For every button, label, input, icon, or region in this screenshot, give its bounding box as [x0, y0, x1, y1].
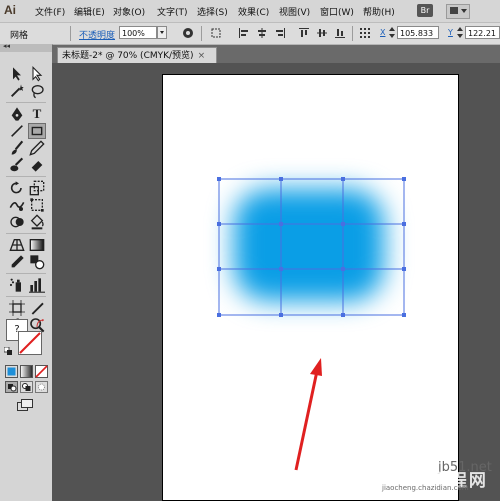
app-logo: Ai [4, 3, 16, 17]
reference-point-icon[interactable] [359, 27, 371, 39]
workspace-switcher-button[interactable] [446, 4, 470, 19]
selection-tool-icon[interactable] [8, 66, 26, 82]
opacity-input[interactable]: 100% [119, 26, 157, 39]
pencil-tool-icon[interactable] [28, 140, 46, 156]
menu-type[interactable]: 文字(T) [157, 5, 188, 18]
menu-view[interactable]: 视图(V) [279, 5, 310, 18]
separator [6, 296, 46, 297]
line-segment-tool-icon[interactable] [8, 123, 26, 139]
transform-icon[interactable] [210, 27, 222, 39]
menu-window[interactable]: 窗口(W) [320, 5, 354, 18]
direct-selection-tool-icon[interactable] [28, 66, 46, 82]
document-tab-bar: 未标题-2* @ 70% (CMYK/预览) × [52, 45, 500, 63]
watermark-url: jiaocheng.chazidian.com [382, 484, 469, 492]
close-icon[interactable]: × [198, 51, 206, 61]
separator [6, 273, 46, 274]
tools-panel: ◂◂ T ? [0, 42, 53, 501]
y-stepper[interactable] [456, 27, 463, 39]
draw-normal-button[interactable] [5, 381, 18, 393]
recolor-artwork-icon[interactable] [182, 27, 194, 39]
align-left-icon[interactable] [238, 27, 250, 39]
blend-tool-icon[interactable] [28, 254, 46, 270]
separator [6, 176, 46, 177]
warp-tool-icon[interactable] [8, 197, 26, 213]
slice-tool-icon[interactable] [28, 300, 46, 316]
perspective-grid-tool-icon[interactable] [8, 237, 26, 253]
fill-stroke-widget: ? [4, 319, 48, 364]
document-tab[interactable]: 未标题-2* @ 70% (CMYK/预览) × [57, 47, 217, 63]
eyedropper-tool-icon[interactable] [8, 254, 26, 270]
color-mode-button[interactable] [5, 365, 18, 378]
gradient-mesh-object[interactable] [234, 189, 384, 301]
y-input[interactable]: 122.21 [465, 26, 500, 39]
separator [352, 26, 353, 41]
artboard-tool-icon[interactable] [8, 300, 26, 316]
swap-fill-stroke-icon[interactable] [36, 319, 45, 328]
menu-bar: Ai 文件(F) 编辑(E) 对象(O) 文字(T) 选择(S) 效果(C) 视… [0, 0, 500, 23]
gradient-mode-button[interactable] [20, 365, 33, 378]
type-tool-icon[interactable]: T [28, 106, 46, 122]
draw-inside-button[interactable] [35, 381, 48, 393]
blob-brush-tool-icon[interactable] [8, 157, 26, 173]
tools-panel-header[interactable]: ◂◂ [0, 42, 52, 52]
pen-tool-icon[interactable] [8, 106, 26, 122]
menu-edit[interactable]: 编辑(E) [74, 5, 105, 18]
free-transform-tool-icon[interactable] [28, 197, 46, 213]
menu-file[interactable]: 文件(F) [35, 5, 65, 18]
stroke-none-swatch[interactable] [18, 331, 42, 355]
separator [70, 26, 71, 41]
align-center-icon[interactable] [256, 27, 268, 39]
collapse-icon[interactable]: ◂◂ [3, 42, 10, 50]
menu-help[interactable]: 帮助(H) [363, 5, 395, 18]
separator [201, 26, 202, 41]
y-label[interactable]: Y [448, 28, 453, 37]
bridge-button[interactable]: Br [417, 4, 433, 17]
opacity-label[interactable]: 不透明度 [79, 28, 115, 41]
x-input[interactable]: 105.833 [397, 26, 439, 39]
separator [6, 102, 46, 103]
paintbrush-tool-icon[interactable] [8, 140, 26, 156]
symbol-sprayer-tool-icon[interactable] [8, 277, 26, 293]
live-paint-bucket-icon[interactable] [28, 214, 46, 230]
align-top-icon[interactable] [298, 27, 310, 39]
none-mode-button[interactable] [35, 365, 48, 378]
default-colors-icon[interactable] [4, 347, 13, 356]
lasso-tool-icon[interactable] [28, 83, 46, 99]
draw-behind-button[interactable] [20, 381, 33, 393]
x-stepper[interactable] [388, 27, 395, 39]
opacity-dropdown[interactable] [157, 26, 167, 39]
screen-mode-button[interactable] [17, 399, 33, 411]
menu-effect[interactable]: 效果(C) [238, 5, 269, 18]
shape-builder-tool-icon[interactable] [8, 214, 26, 230]
align-bottom-icon[interactable] [334, 27, 346, 39]
control-bar: 网格 不透明度 100% X 105.833 Y 122.21 [0, 23, 500, 45]
workspace-icon [450, 7, 458, 14]
x-label[interactable]: X [380, 28, 385, 37]
menu-object[interactable]: 对象(O) [113, 5, 145, 18]
eraser-tool-icon[interactable] [28, 157, 46, 173]
magic-wand-tool-icon[interactable] [8, 83, 26, 99]
rectangle-tool-icon[interactable] [28, 123, 46, 139]
scale-tool-icon[interactable] [28, 180, 46, 196]
document-tab-title: 未标题-2* @ 70% (CMYK/预览) [62, 51, 194, 61]
current-tool-label: 网格 [10, 31, 29, 41]
menu-select[interactable]: 选择(S) [197, 5, 228, 18]
align-right-icon[interactable] [274, 27, 286, 39]
rotate-tool-icon[interactable] [8, 180, 26, 196]
gradient-tool-icon[interactable] [28, 237, 46, 253]
align-middle-icon[interactable] [316, 27, 328, 39]
separator [6, 233, 46, 234]
chevron-down-icon [461, 9, 467, 13]
column-graph-tool-icon[interactable] [28, 277, 46, 293]
